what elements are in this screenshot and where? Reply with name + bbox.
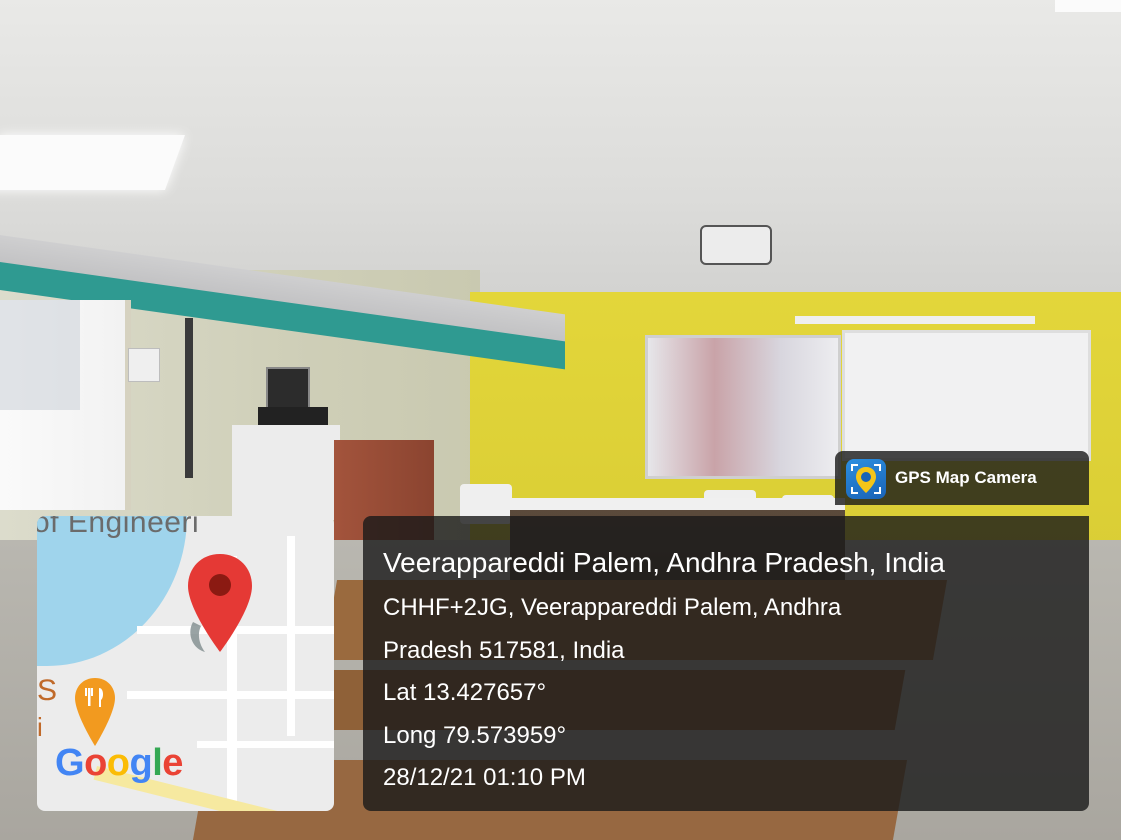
- map-pin-icon: [188, 554, 252, 652]
- app-name: GPS Map Camera: [895, 468, 1037, 487]
- place-title: Veerappareddi Palem, Andhra Pradesh, Ind…: [383, 547, 945, 578]
- conduit-pipe: [185, 318, 193, 478]
- window-pane: [0, 300, 80, 410]
- whiteboard: [645, 335, 841, 479]
- map-thumbnail: of Engineeri S i Google: [37, 516, 334, 811]
- map-edge-label: i: [37, 712, 43, 742]
- projection-screen: [842, 330, 1091, 461]
- address-line-1: CHHF+2JG, Veerappareddi Palem, Andhra: [383, 594, 842, 621]
- restaurant-icon: [75, 678, 115, 746]
- map-place-label: of Engineeri: [37, 516, 200, 539]
- map-road: [197, 741, 334, 748]
- map-road: [127, 691, 334, 699]
- ceiling-projector: [700, 225, 772, 265]
- gps-info-panel: Veerappareddi Palem, Andhra Pradesh, Ind…: [363, 516, 1089, 811]
- app-badge: GPS Map Camera: [835, 451, 1089, 505]
- timestamp: 28/12/21 01:10 PM: [383, 764, 586, 791]
- google-logo: Google: [55, 742, 183, 784]
- map-edge-label: S: [37, 674, 58, 707]
- ceiling-light: [0, 135, 185, 190]
- av-equipment: [258, 407, 328, 425]
- screen-rod: [795, 316, 1035, 324]
- ceiling-light: [1055, 0, 1121, 12]
- gps-map-camera-icon: [846, 459, 886, 499]
- latitude: Lat 13.427657°: [383, 679, 547, 706]
- longitude: Long 79.573959°: [383, 722, 567, 749]
- wall-speaker: [128, 348, 160, 382]
- photo-scene: of Engineeri S i Google GPS Map Camera V…: [0, 0, 1121, 840]
- address-line-2: Pradesh 517581, India: [383, 637, 625, 664]
- map-road: [287, 536, 295, 736]
- cabinet: [232, 425, 340, 520]
